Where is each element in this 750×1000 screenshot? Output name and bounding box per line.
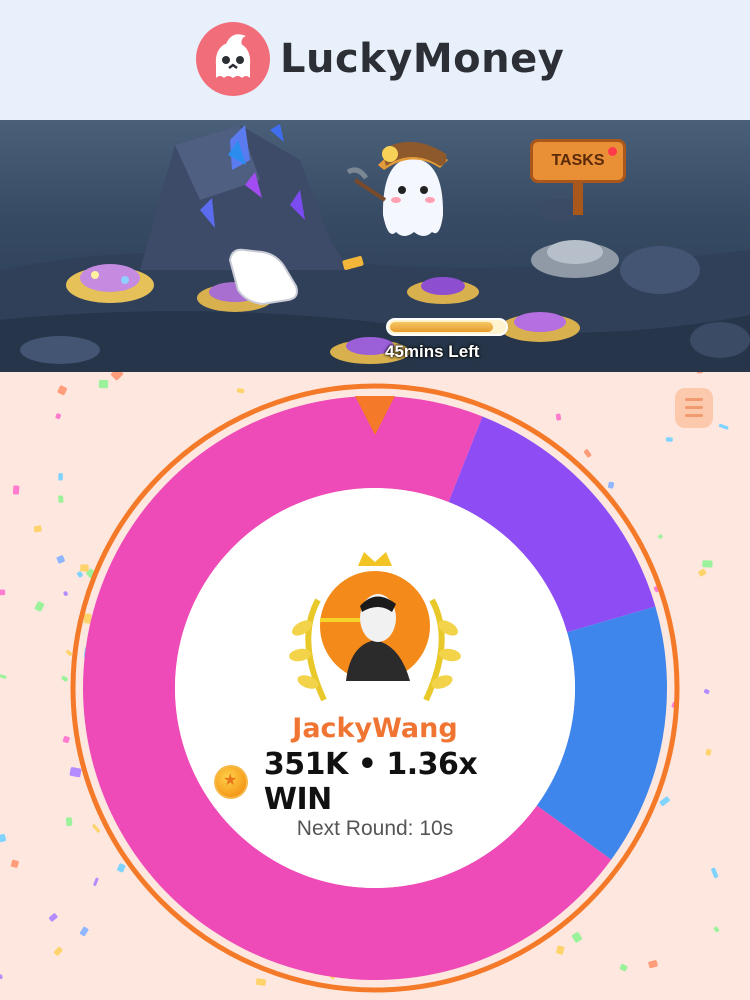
spin-wheel[interactable]: [0, 0, 750, 1000]
wheel-center: [175, 488, 575, 888]
menu-list-icon[interactable]: [675, 388, 713, 428]
